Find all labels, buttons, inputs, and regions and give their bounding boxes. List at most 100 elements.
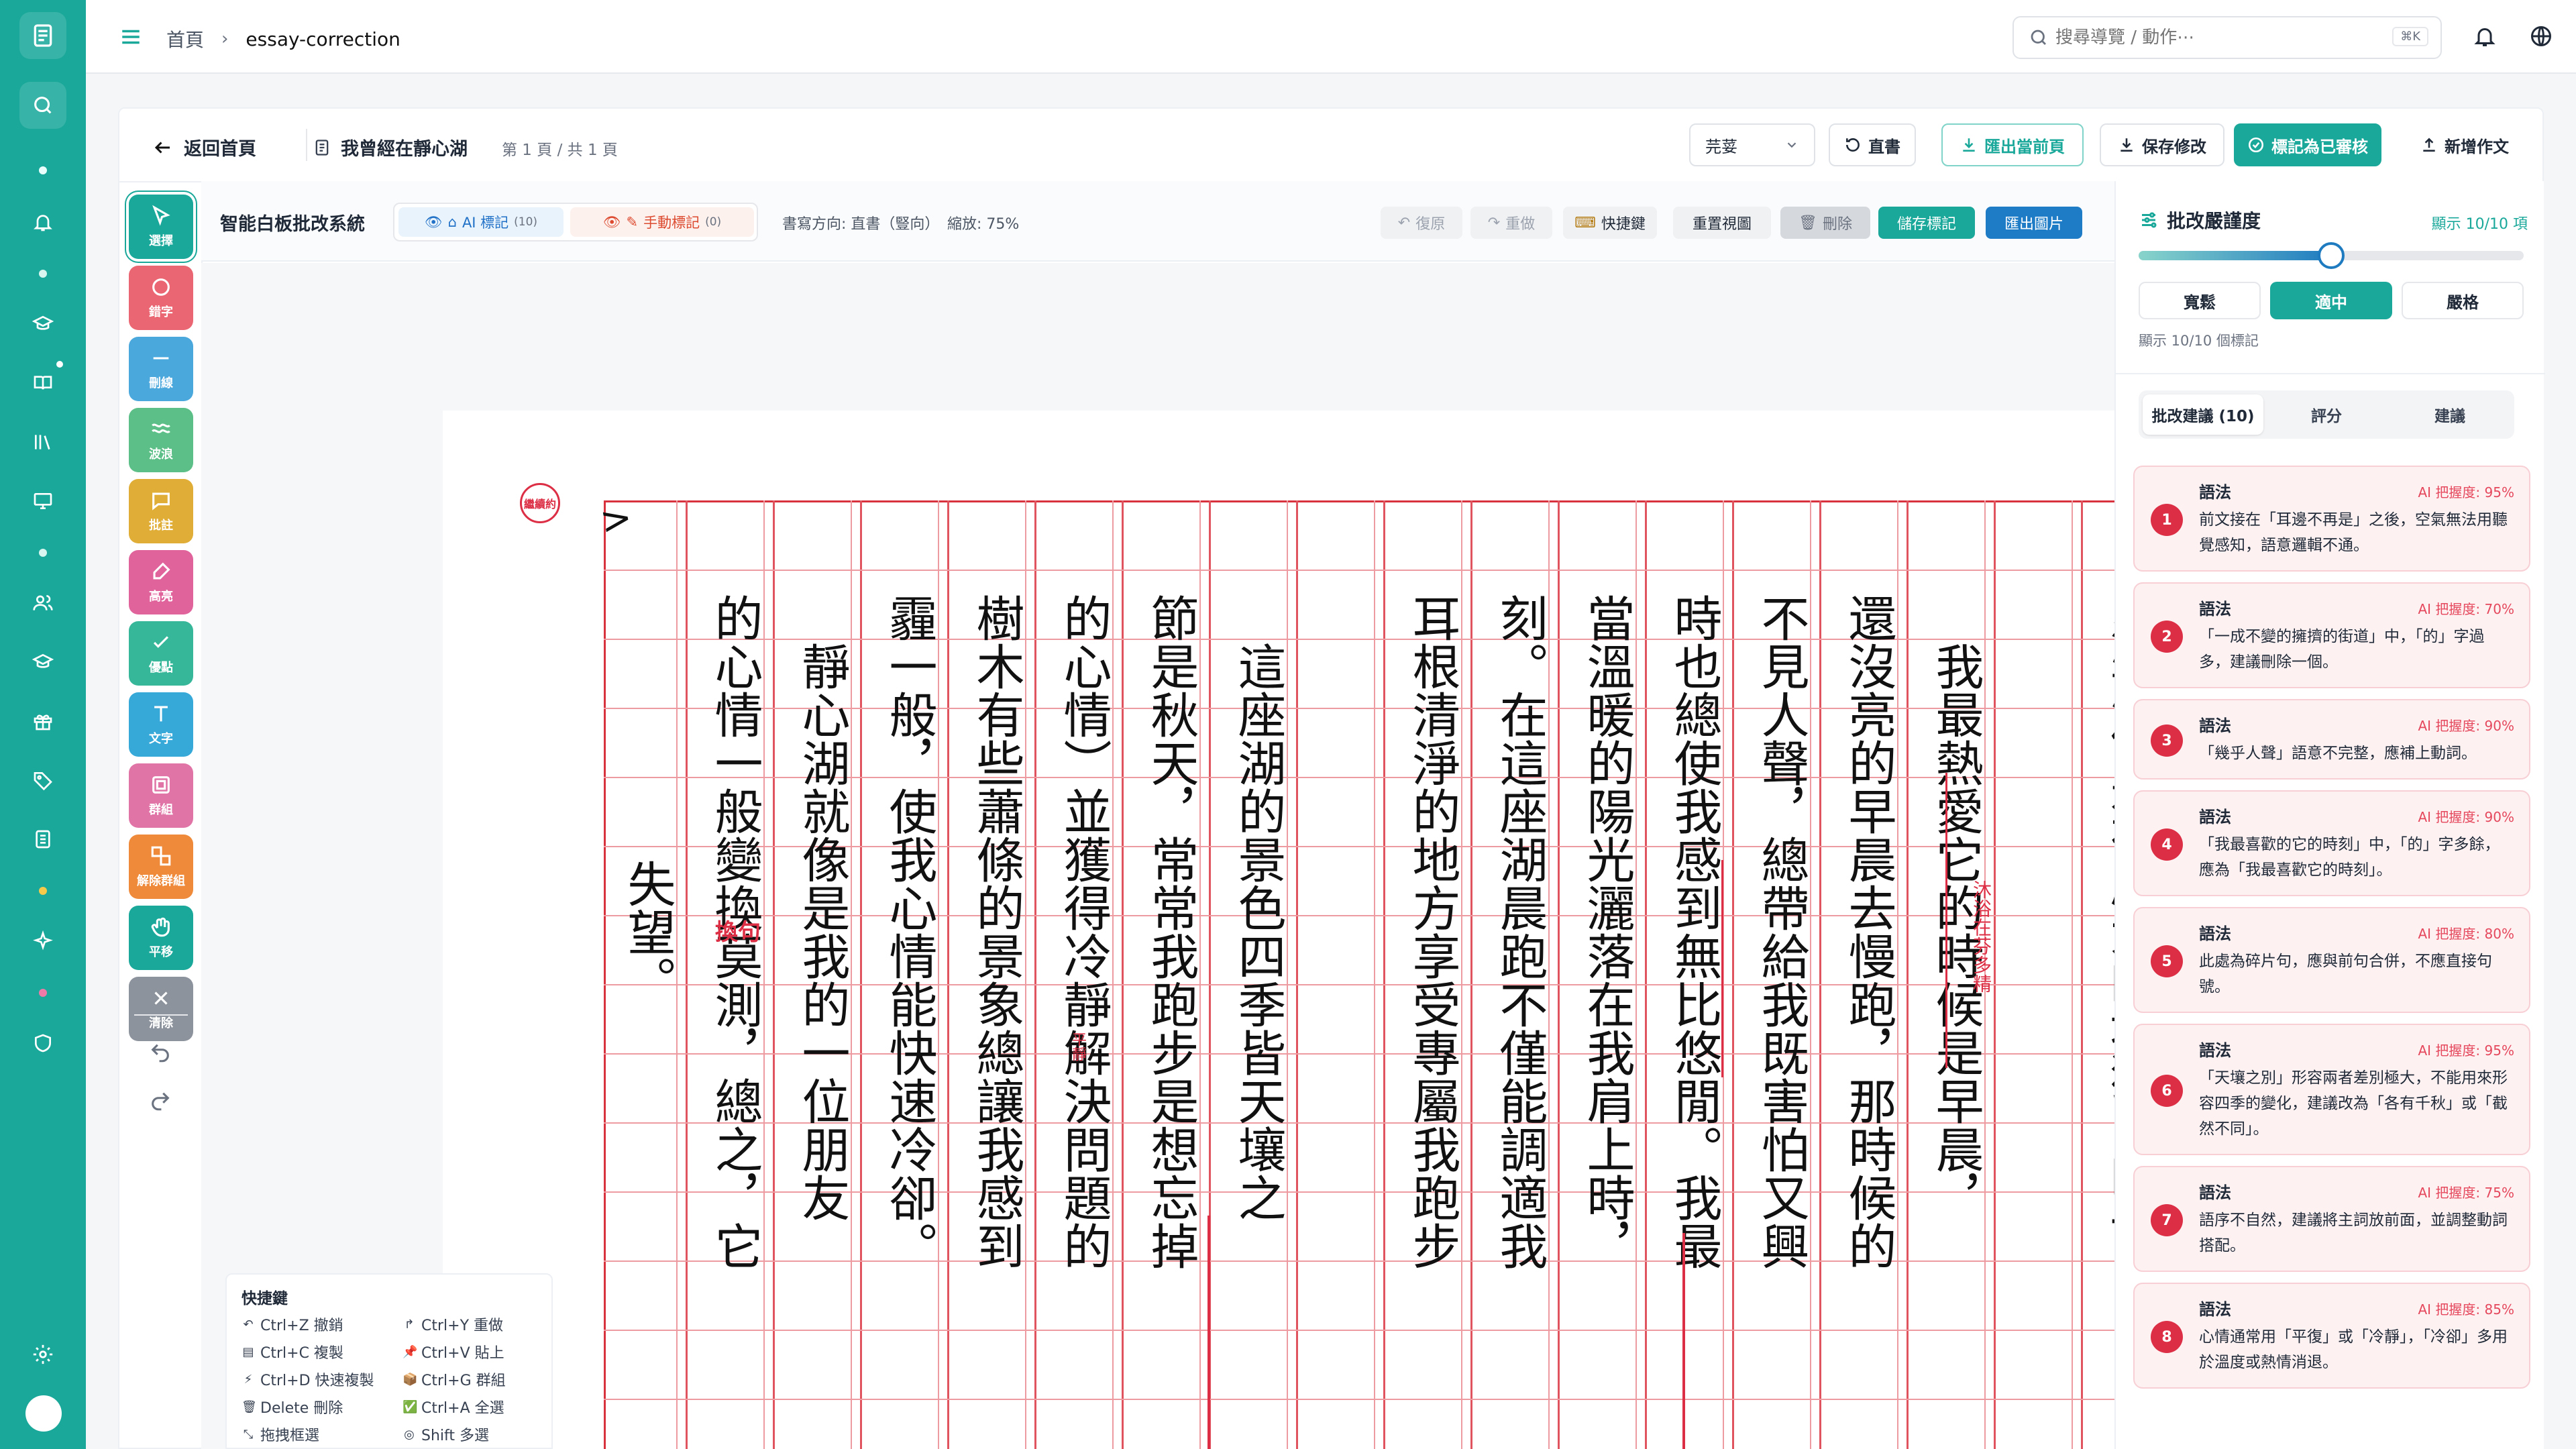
gift-icon[interactable]: [19, 698, 66, 745]
export-image-button[interactable]: 匯出圖片: [1986, 207, 2082, 239]
severity-slider-knob[interactable]: [2318, 242, 2345, 269]
redo-button[interactable]: ↷ 重做: [1470, 207, 1552, 239]
redo-icon[interactable]: [149, 1089, 172, 1112]
correction-mark[interactable]: 換句: [715, 914, 761, 947]
tool-group[interactable]: 群組: [129, 763, 193, 828]
severity-slider[interactable]: [2139, 242, 2524, 269]
mark-filter-group: 👁 ⌂ AI 標記 (10) 👁 ✎ 手動標記 (0): [393, 203, 758, 241]
essay-column: [1305, 508, 1379, 1355]
search-box[interactable]: ⌘K: [2012, 16, 2442, 59]
mark-reviewed-button[interactable]: 標記為已審核: [2234, 123, 2381, 166]
grid-col-line: [1819, 500, 1821, 1449]
tool-highlight[interactable]: 高亮: [129, 550, 193, 614]
settings-icon[interactable]: [19, 1331, 66, 1378]
breadcrumb-home[interactable]: 首頁: [166, 25, 204, 52]
users-icon[interactable]: [19, 580, 66, 627]
direction-button[interactable]: 直書: [1829, 123, 1916, 166]
page-info: 第 1 頁 / 共 1 頁: [502, 142, 618, 159]
graduation-icon[interactable]: [19, 301, 66, 347]
correction-underline: [1945, 773, 1947, 1068]
delete-button[interactable]: 🗑 刪除: [1780, 207, 1870, 239]
tool-check[interactable]: 優點: [129, 621, 193, 686]
canvas-toolbar: 智能白板批改系統 👁 ⌂ AI 標記 (10) 👁 ✎ 手動標記 (0) 書寫方…: [201, 181, 2198, 262]
suggestion-card[interactable]: 6 語法 AI 把握度: 95% 「天壤之別」形容兩者差別極大，不能用來形容四季的變化…: [2133, 1024, 2530, 1155]
bell-icon[interactable]: [2473, 24, 2497, 48]
panel-tab-2[interactable]: 評分: [2266, 394, 2387, 435]
menu-icon[interactable]: [119, 25, 142, 48]
ai-marks-toggle[interactable]: 👁 ⌂ AI 標記 (10): [398, 207, 564, 237]
tool-hand[interactable]: 平移: [129, 906, 193, 970]
rail-separator-dot: [39, 887, 47, 895]
save-button[interactable]: 保存修改: [2100, 123, 2224, 166]
suggestion-card[interactable]: 2 語法 AI 把握度: 70% 「一成不變的擁擠的街道」中，「的」字過多，建議刪除一…: [2133, 582, 2530, 688]
sparkle-icon[interactable]: [19, 918, 66, 965]
tool-strikethrough[interactable]: 刪線: [129, 337, 193, 401]
tool-text[interactable]: 文字: [129, 692, 193, 757]
suggestion-card[interactable]: 3 語法 AI 把握度: 90% 「幾乎人聲」語意不完整，應補上動詞。: [2133, 699, 2530, 780]
tool-circle[interactable]: 錯字: [129, 266, 193, 330]
suggestion-text: 前文接在「耳邊不再是」之後，空氣無法用聽覺感知，語意邏輯不通。: [2199, 511, 2508, 554]
undo-icon: ↶: [1397, 214, 1411, 231]
severity-level-3[interactable]: 嚴格: [2402, 282, 2524, 319]
back-label: 返回首頁: [184, 139, 256, 160]
upload-icon: [2423, 138, 2435, 152]
bell-icon[interactable]: [19, 199, 66, 246]
monitor-icon[interactable]: [19, 478, 66, 525]
severity-level-1[interactable]: 寬鬆: [2139, 282, 2261, 319]
reset-view-button[interactable]: 重置視圖: [1673, 207, 1771, 239]
library-icon[interactable]: [19, 419, 66, 466]
shortcuts-button[interactable]: ⌨ 快捷鍵: [1563, 207, 1657, 239]
suggestion-card[interactable]: 8 語法 AI 把握度: 85% 心情通常用「平復」或「冷靜」，「冷卻」多用於溫度或熱…: [2133, 1283, 2530, 1389]
correction-underline: [1682, 1233, 1685, 1449]
suggestion-card[interactable]: 7 語法 AI 把握度: 75% 語序不自然，建議將主詞放前面，並調整動詞搭配。: [2133, 1166, 2530, 1272]
system-title: 智能白板批改系統: [220, 214, 365, 235]
direction-label: 直書: [1868, 137, 1900, 156]
app-logo-icon[interactable]: [19, 12, 66, 59]
tool-clear[interactable]: 清除: [129, 977, 193, 1041]
hand-icon: [151, 917, 170, 937]
search-icon[interactable]: [19, 82, 66, 129]
severity-level-2[interactable]: 適中: [2270, 282, 2392, 319]
grid-col-line: [1296, 500, 1298, 1449]
whiteboard-canvas[interactable]: 平氣和的芬多精湖就像是在廣大的地獄中的一我最熱愛它的時候是早晨，還沒亮的早晨去慢…: [201, 263, 2114, 1449]
search-input[interactable]: [2055, 23, 2371, 52]
globe-icon[interactable]: [2529, 24, 2553, 48]
shown-marks: 顯示 10/10 個標記: [2139, 333, 2259, 349]
tag-icon[interactable]: [19, 757, 66, 804]
graduation-icon-2[interactable]: [19, 639, 66, 686]
shield-icon[interactable]: [19, 1020, 66, 1067]
document-icon[interactable]: [19, 816, 66, 863]
essay-column: 時也總使我感到無比悠閒。我最: [1666, 594, 1722, 1270]
essay-column: 霾一般，使我心情能快速冷卻。: [881, 594, 937, 1270]
tool-ungroup[interactable]: 解除群組: [129, 835, 193, 899]
suggestion-card[interactable]: 4 語法 AI 把握度: 90% 「我最喜歡的它的時刻」中，「的」字多餘，應為「我最喜…: [2133, 790, 2530, 896]
suggestion-card[interactable]: 1 語法 AI 把握度: 95% 前文接在「耳邊不再是」之後，空氣無法用聽覺感知，語意…: [2133, 466, 2530, 572]
undo-icon[interactable]: [149, 1041, 172, 1064]
save-marks-button[interactable]: 儲存標記: [1878, 207, 1975, 239]
chevron-right-icon: ›: [221, 29, 229, 49]
back-link[interactable]: 返回首頁: [153, 134, 256, 160]
tool-wave[interactable]: 波浪: [129, 408, 193, 472]
tool-cursor[interactable]: 選擇: [129, 195, 193, 259]
panel-tab-1[interactable]: 批改建議 (10): [2143, 394, 2263, 435]
export-page-button[interactable]: 匯出當前頁: [1941, 123, 2084, 166]
grid-col-line: [1383, 500, 1385, 1449]
suggestion-text: 心情通常用「平復」或「冷靜」，「冷卻」多用於溫度或熱情消退。: [2199, 1328, 2508, 1371]
correction-mark[interactable]: 沐浴在芬多精: [1970, 880, 1992, 993]
tool-label: 清除: [149, 1016, 173, 1030]
file-icon: [315, 139, 329, 156]
suggestion-confidence: AI 把握度: 70%: [2418, 601, 2515, 617]
tool-comment[interactable]: 批註: [129, 479, 193, 543]
panel-tab-3[interactable]: 建議: [2390, 394, 2510, 435]
student-select[interactable]: 芫荽: [1689, 123, 1815, 166]
avatar[interactable]: [25, 1395, 62, 1432]
correction-mark[interactable]: 繼續約: [520, 483, 560, 523]
correction-mark[interactable]: 平靜: [1067, 1032, 1088, 1061]
suggestion-card[interactable]: 5 語法 AI 把握度: 80% 此處為碎片句，應與前句合併，不應直接句號。: [2133, 907, 2530, 1013]
new-essay-button[interactable]: 新增作文: [2404, 123, 2525, 166]
undo-button[interactable]: ↶ 復原: [1381, 207, 1462, 239]
essay-column: 節是秋天，常常我跑步是想忘掉: [1142, 594, 1199, 1270]
suggestion-type: 語法: [2199, 1300, 2231, 1319]
manual-marks-toggle[interactable]: 👁 ✎ 手動標記 (0): [570, 207, 754, 237]
suggestion-text: 「幾乎人聲」語意不完整，應補上動詞。: [2199, 745, 2477, 762]
